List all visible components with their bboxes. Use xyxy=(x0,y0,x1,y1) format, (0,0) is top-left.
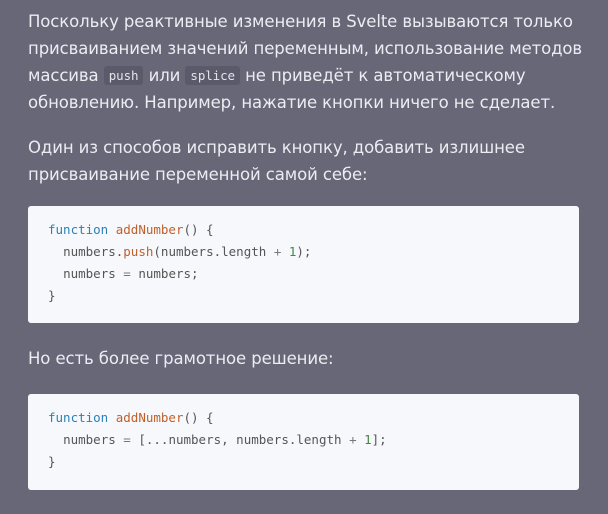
paragraph-reactivity-intro: Поскольку реактивные изменения в Svelte … xyxy=(28,8,588,116)
code-block-spread-assignment: function addNumber() { numbers = [...num… xyxy=(28,394,579,490)
paragraph-text: или xyxy=(143,66,186,85)
inline-code-splice: splice xyxy=(185,66,240,85)
code-text: () { xyxy=(183,410,214,425)
article-content: Поскольку реактивные изменения в Svelte … xyxy=(28,8,588,490)
code-text: [...numbers, numbers.length xyxy=(130,432,350,447)
code-text: numbers xyxy=(63,244,116,259)
inline-code-push: push xyxy=(103,66,144,85)
code-text: numbers xyxy=(63,432,124,447)
code-block-self-assignment: function addNumber() { numbers.push(numb… xyxy=(28,206,579,323)
paragraph-better-solution: Но есть более грамотное решение: xyxy=(28,349,334,368)
code-method-name: push xyxy=(123,244,154,259)
code-operator: + xyxy=(349,432,357,447)
code-function-name: addNumber xyxy=(115,222,184,237)
code-text: numbers; xyxy=(130,266,199,281)
code-keyword: function xyxy=(48,222,109,237)
code-text: numbers xyxy=(63,266,124,281)
code-operator: = xyxy=(123,432,131,447)
paragraph-fix-option: Один из способов исправить кнопку, добав… xyxy=(28,138,525,184)
code-text: ]; xyxy=(371,432,387,447)
code-text: () { xyxy=(183,222,214,237)
code-text: (numbers.length xyxy=(153,244,274,259)
code-text: } xyxy=(48,454,56,469)
code-number: 1 xyxy=(364,432,372,447)
code-text: } xyxy=(48,288,56,303)
code-operator: = xyxy=(123,266,131,281)
code-keyword: function xyxy=(48,410,109,425)
code-function-name: addNumber xyxy=(115,410,184,425)
code-text: ); xyxy=(296,244,312,259)
